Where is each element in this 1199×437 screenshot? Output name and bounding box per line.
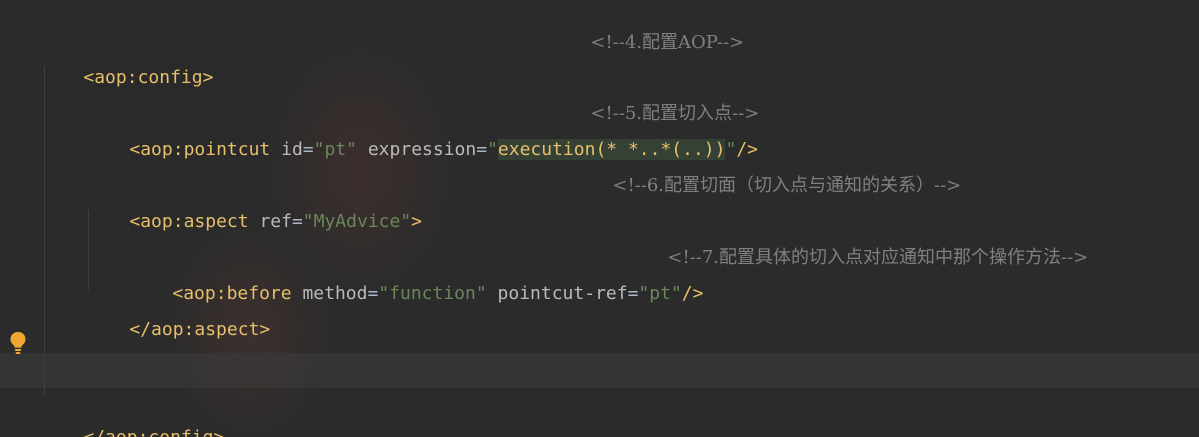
tag-name: aspect (183, 211, 249, 232)
attribute-value: "MyAdvice" (302, 211, 412, 232)
tag-colon: : (172, 211, 184, 232)
equals-sign: = (367, 283, 379, 304)
attribute-name: expression (367, 139, 477, 160)
tag-end: > (411, 211, 423, 232)
equals-sign: = (476, 139, 488, 160)
code-line-aspect-close[interactable]: </aop:aspect> (86, 288, 270, 340)
tag-bracket: < (129, 211, 141, 232)
lightbulb-icon[interactable] (9, 331, 27, 355)
comment-text: <!--6.配置切面（切入点与通知的关系）--> (612, 175, 962, 196)
tag-bracket: </ (83, 427, 105, 437)
tag-colon: : (172, 139, 184, 160)
tag-prefix: aop (140, 211, 173, 232)
attribute-value: "pt" (638, 283, 682, 304)
tag-prefix: aop (94, 67, 127, 88)
tag-colon: : (138, 427, 149, 437)
attribute-name: ref (259, 211, 292, 232)
comment-text: <!--4.配置AOP--> (590, 32, 745, 53)
code-line-comment-4[interactable]: <!--4.配置AOP--> (547, 1, 744, 53)
equals-sign: = (291, 211, 303, 232)
code-line-comment-5[interactable]: <!--5.配置切入点--> (547, 72, 759, 124)
code-line-config-close[interactable]: </aop:config> (40, 396, 224, 437)
tag-bracket: < (129, 139, 141, 160)
tag-end: /> (681, 283, 704, 304)
tag-colon: : (126, 67, 138, 88)
current-line-highlight (0, 353, 1199, 388)
tag-bracket: < (83, 67, 95, 88)
attribute-name: pointcut-ref (497, 283, 628, 304)
tag-prefix: aop (140, 139, 173, 160)
attribute-value: "pt" (313, 139, 357, 160)
tag-name: config (137, 67, 203, 88)
attribute-name: id (281, 139, 303, 160)
code-line-config-open[interactable]: <aop:config> (40, 36, 213, 88)
equals-sign: = (627, 283, 639, 304)
equals-sign: = (302, 139, 314, 160)
closing-tag: </aop:aspect> (129, 319, 271, 340)
code-line-comment-7[interactable]: <!--7.配置具体的切入点对应通知中那个操作方法--> (624, 216, 1088, 268)
comment-text: <!--7.配置具体的切入点对应通知中那个操作方法--> (667, 247, 1089, 268)
tag-prefix: aop (105, 427, 138, 437)
code-line-pointcut[interactable]: <aop:pointcut id="pt" expression="execut… (86, 108, 758, 160)
code-line-aspect-open[interactable]: <aop:aspect ref="MyAdvice"> (86, 180, 422, 232)
tag-bracket: > (213, 427, 224, 437)
tag-name: config (148, 427, 213, 437)
code-editor[interactable]: <!--4.配置AOP--> <aop:config> <!--5.配置切入点-… (0, 0, 1199, 437)
attribute-name: method (302, 283, 368, 304)
code-line-before[interactable]: <aop:before method="function" pointcut-r… (129, 252, 703, 304)
code-line-comment-6[interactable]: <!--6.配置切面（切入点与通知的关系）--> (569, 144, 961, 196)
attribute-value: "function" (378, 283, 487, 304)
tag-bracket: > (202, 67, 214, 88)
tag-name: pointcut (183, 139, 271, 160)
quote: " (487, 139, 498, 160)
